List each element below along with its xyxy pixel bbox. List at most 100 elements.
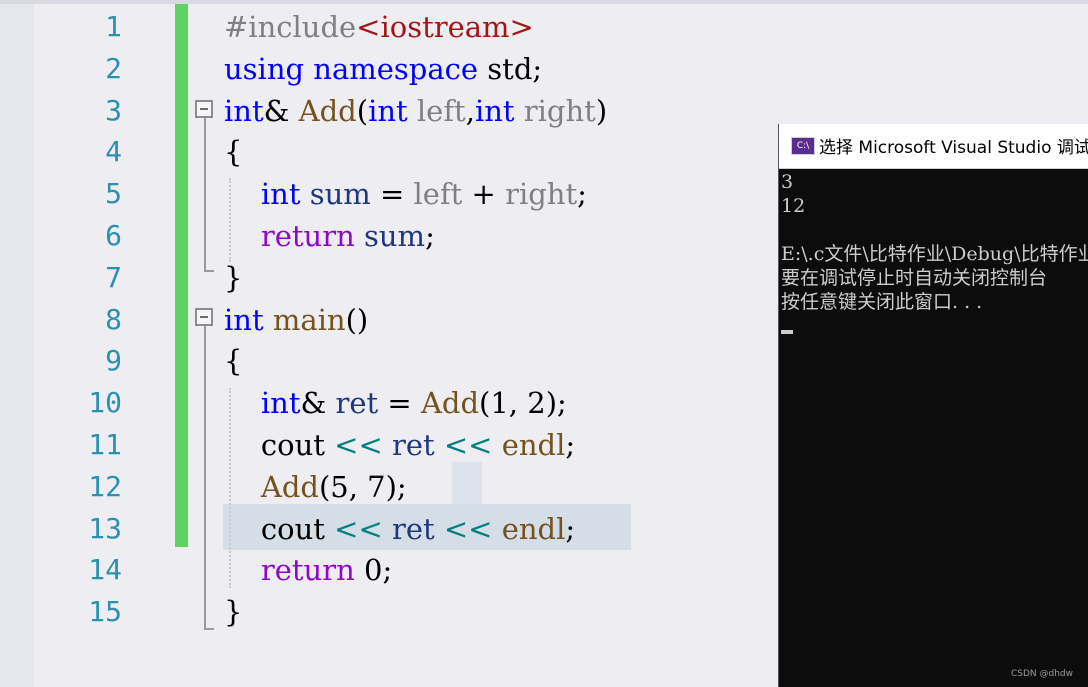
console-line: E:\.c文件\比特作业\Debug\比特作业.exe (781, 243, 1088, 265)
code-token: right (505, 177, 578, 212)
code-text: { (224, 340, 242, 382)
code-line[interactable]: 14 return 0; (34, 549, 774, 591)
code-token: sum (309, 177, 371, 212)
code-text: return sum; (224, 215, 435, 257)
code-text: return 0; (224, 549, 392, 591)
code-line[interactable]: 5 int sum = left + right; (34, 173, 774, 215)
code-token: + (462, 177, 506, 212)
code-line[interactable]: 6 return sum; (34, 215, 774, 257)
code-token: ; (577, 177, 587, 212)
editor-margin (0, 4, 34, 687)
line-number: 3 (105, 93, 122, 127)
line-number: 10 (88, 386, 122, 420)
code-token: & (263, 93, 299, 128)
code-line[interactable]: 2 using namespace std; (34, 48, 774, 90)
console-title: 选择 Microsoft Visual Studio 调试控制台 (819, 138, 1088, 158)
code-token: ) (595, 93, 608, 128)
code-token: int (224, 302, 264, 337)
code-token: using (224, 51, 305, 86)
code-token: Add (298, 93, 357, 128)
code-text: int sum = left + right; (224, 173, 587, 215)
code-token: } (224, 595, 243, 630)
code-line[interactable]: 9{ (34, 340, 774, 382)
code-token: right (523, 93, 596, 128)
line-number: 4 (105, 135, 122, 169)
code-token: ret (335, 386, 379, 421)
code-token: ret (391, 428, 435, 462)
console-line: 3 (781, 171, 794, 193)
code-text: using namespace std; (224, 48, 542, 90)
console-output[interactable]: 3 12 E:\.c文件\比特作业\Debug\比特作业.exe 要在调试停止时… (779, 168, 1088, 687)
code-token: #include (224, 10, 357, 44)
code-token: cout (260, 511, 325, 546)
line-number: 5 (105, 177, 122, 211)
line-number: 11 (88, 428, 122, 461)
code-token: ( (356, 93, 369, 128)
debug-console-window[interactable]: C:\ 选择 Microsoft Visual Studio 调试控制台 3 1… (778, 124, 1088, 687)
code-line[interactable]: 15} (34, 591, 774, 633)
code-line[interactable]: 1 #include<iostream> (34, 6, 774, 48)
code-token: << (443, 428, 493, 462)
code-text: cout << ret << endl; (224, 508, 575, 550)
code-token: int (224, 93, 264, 128)
code-line[interactable]: 8 int main() (34, 299, 774, 341)
console-line: 要在调试停止时自动关闭控制台 (781, 267, 1048, 289)
code-text: int main() (224, 299, 368, 341)
code-line[interactable]: 7} (34, 257, 774, 299)
code-token: std; (478, 51, 543, 86)
code-text: int& ret = Add(1, 2); (224, 382, 567, 424)
code-line[interactable]: 10 int& ret = Add(1, 2); (34, 382, 774, 424)
code-token: (1, 2); (479, 386, 567, 421)
code-line[interactable]: 3 int& Add(int left,int right) (34, 90, 774, 132)
watermark: CSDN @dhdw (1010, 669, 1073, 679)
code-token: ; (425, 219, 435, 253)
code-text: } (224, 257, 242, 299)
code-text: { (224, 131, 242, 173)
line-number: 12 (88, 469, 122, 503)
code-token: () (345, 302, 369, 337)
code-text: int& Add(int left,int right) (224, 90, 607, 132)
line-number: 14 (88, 553, 122, 587)
line-number: 9 (105, 344, 122, 378)
code-token: Add (420, 386, 480, 421)
code-token: << (443, 511, 493, 546)
code-token: int (260, 386, 301, 421)
console-title-bar[interactable]: C:\ 选择 Microsoft Visual Studio 调试控制台 (779, 124, 1088, 169)
line-number: 13 (88, 511, 122, 545)
line-number: 2 (105, 51, 122, 85)
code-line[interactable]: 11 cout << ret << endl; (34, 424, 774, 466)
code-line[interactable]: 4{ (34, 131, 774, 173)
code-text: #include<iostream> (224, 6, 534, 48)
console-line: 12 (781, 195, 806, 217)
code-token: { (224, 135, 243, 170)
code-token: = (378, 386, 421, 421)
line-number: 8 (105, 302, 122, 336)
code-token: } (224, 260, 243, 295)
code-line[interactable]: 13 cout << ret << endl; (34, 508, 774, 550)
code-token: & (300, 386, 336, 421)
code-token: = (370, 177, 414, 212)
code-token: endl (501, 428, 566, 462)
code-token: ret (391, 511, 435, 546)
line-number: 15 (88, 595, 122, 629)
line-number: 1 (105, 10, 122, 43)
code-token: return (260, 553, 355, 588)
code-text: cout << ret << endl; (224, 424, 575, 466)
console-cursor (781, 330, 793, 334)
code-line[interactable]: 12 Add(5, 7); (34, 466, 774, 508)
